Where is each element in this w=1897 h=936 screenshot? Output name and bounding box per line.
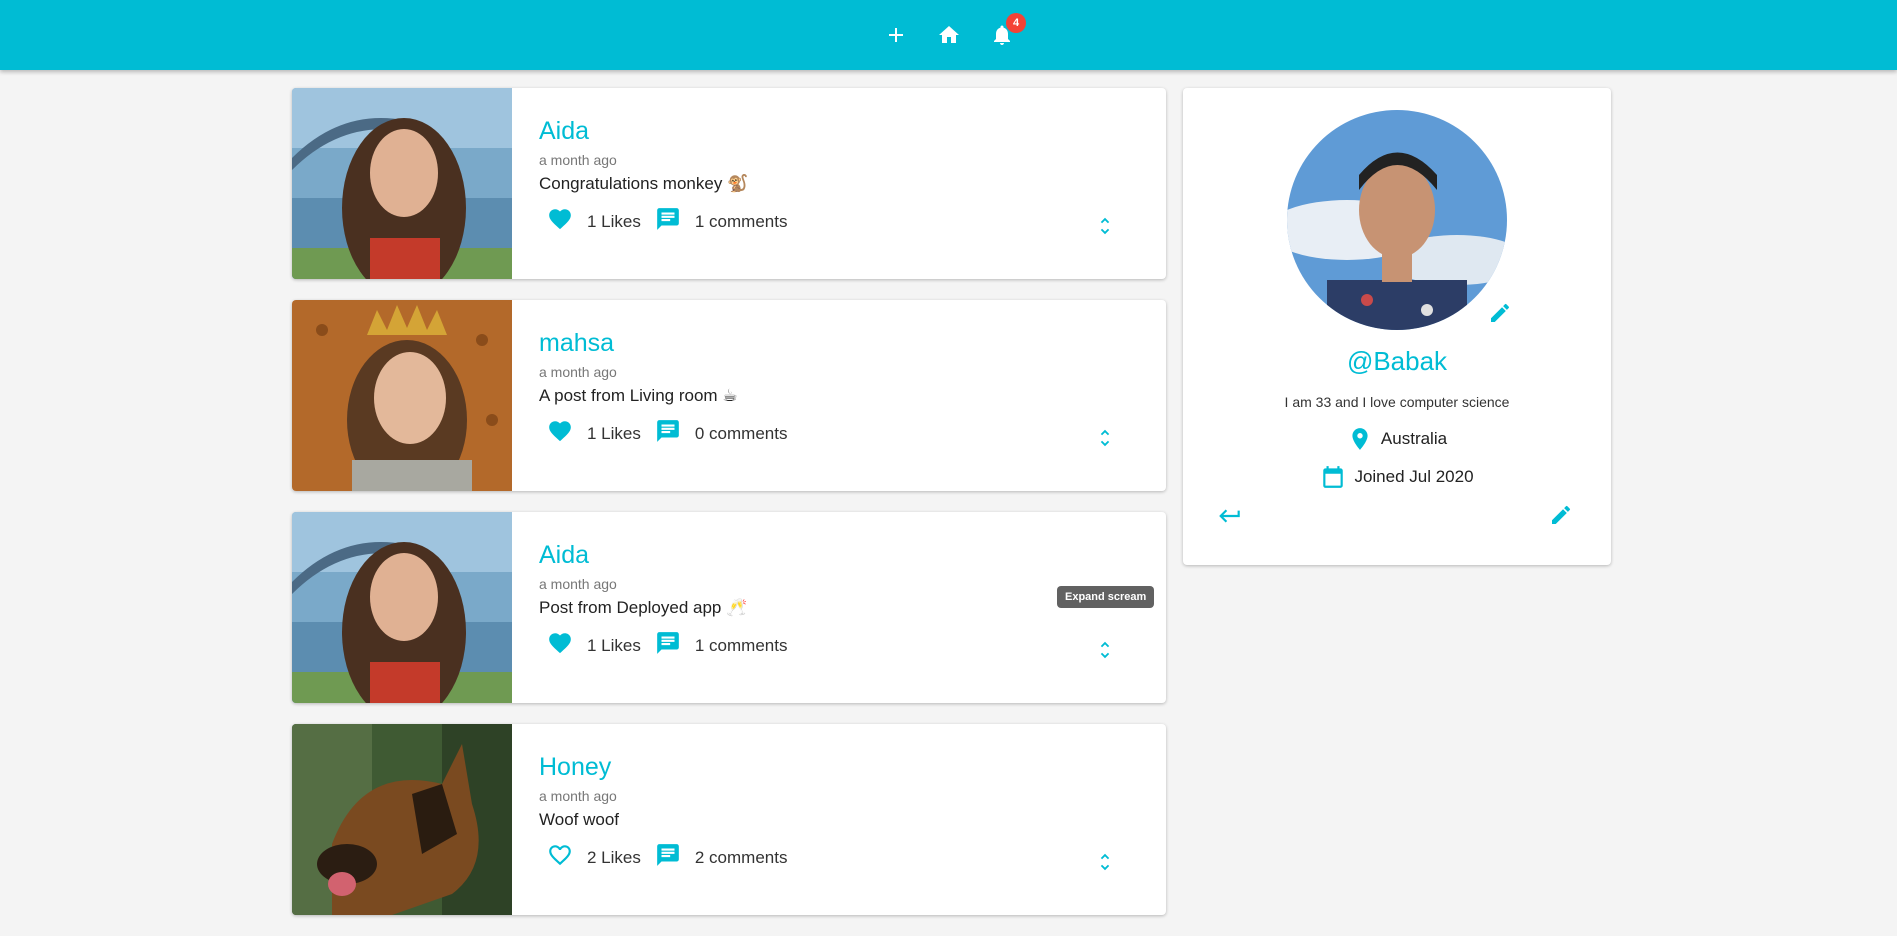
- scream-card: Honey a month ago Woof woof 2 Likes 2 co…: [292, 724, 1166, 915]
- expand-scream-tooltip: Expand scream: [1057, 586, 1155, 608]
- chat-icon: [657, 420, 679, 442]
- chat-icon: [657, 844, 679, 866]
- comments-count: 1 comments: [694, 635, 788, 655]
- notifications-button[interactable]: 4: [987, 12, 1026, 50]
- notification-badge: 4: [1006, 12, 1026, 33]
- scream-body-text: A post from Living room: [539, 386, 718, 405]
- likes-count: 2 Likes: [587, 847, 641, 867]
- scream-content: Honey a month ago Woof woof 2 Likes 2 co…: [512, 724, 1166, 915]
- scream-body-text: Congratulations monkey: [539, 174, 723, 193]
- likes-count: 1 Likes: [587, 635, 641, 655]
- app-bar-icons: 4: [881, 12, 1026, 50]
- add-post-button[interactable]: [881, 21, 910, 50]
- profile-card: @Babak I am 33 and I love computer scien…: [1183, 88, 1611, 565]
- scream-username-link[interactable]: Honey: [539, 752, 1166, 782]
- scream-timestamp: a month ago: [539, 364, 617, 380]
- heart-filled-icon: [549, 633, 571, 654]
- edit-profile-image-button[interactable]: [1488, 301, 1516, 329]
- comments-button[interactable]: [655, 418, 681, 449]
- heart-filled-icon: [549, 209, 571, 230]
- unfold-more-icon: [1100, 217, 1110, 235]
- expand-scream-button[interactable]: [1092, 849, 1118, 875]
- comments-count: 2 comments: [694, 847, 788, 867]
- scream-actions: 1 Likes 1 comments: [547, 206, 1166, 237]
- home-button[interactable]: [934, 21, 963, 50]
- location-pin-icon: [1352, 428, 1368, 450]
- like-button[interactable]: [547, 206, 573, 237]
- calendar-icon: [1323, 466, 1344, 488]
- unfold-more-icon: [1100, 641, 1110, 659]
- add-icon: [888, 28, 903, 42]
- profile-location: Australia: [1183, 426, 1611, 452]
- pencil-icon: [1491, 303, 1510, 322]
- like-button[interactable]: [547, 418, 573, 449]
- scream-body-emoji: 🐒: [727, 174, 749, 193]
- unfold-more-icon: [1100, 853, 1110, 871]
- scream-actions: 2 Likes 2 comments: [547, 842, 1166, 873]
- expand-scream-button[interactable]: [1092, 425, 1118, 451]
- comments-button[interactable]: [655, 842, 681, 873]
- comments-button[interactable]: [655, 630, 681, 661]
- scream-card: Aida a month ago Congratulations monkey …: [292, 88, 1166, 279]
- scream-username-link[interactable]: mahsa: [539, 328, 1166, 358]
- edit-profile-details-button[interactable]: [1549, 503, 1579, 533]
- scream-actions: 1 Likes 0 comments: [547, 418, 1166, 449]
- heart-filled-icon: [549, 421, 571, 442]
- likes-count: 1 Likes: [587, 211, 641, 231]
- scream-content: Aida a month ago Congratulations monkey …: [512, 88, 1166, 279]
- likes-count: 1 Likes: [587, 423, 641, 443]
- like-button[interactable]: [547, 842, 573, 873]
- profile-joined-text: Joined Jul 2020: [1354, 467, 1474, 486]
- keyboard-return-icon: [1219, 509, 1240, 523]
- expand-scream-button[interactable]: [1092, 213, 1118, 239]
- scream-body-emoji: ☕: [722, 386, 738, 405]
- scream-body: Congratulations monkey 🐒: [539, 174, 1166, 194]
- user-avatar-image: [292, 724, 512, 915]
- profile-location-text: Australia: [1380, 429, 1448, 448]
- scream-timestamp: a month ago: [539, 152, 617, 168]
- comments-button[interactable]: [655, 206, 681, 237]
- comments-count: 0 comments: [694, 423, 788, 443]
- scream-body: A post from Living room ☕: [539, 386, 1166, 406]
- scream-card: Aida a month ago Post from Deployed app …: [292, 512, 1166, 703]
- scream-username-link[interactable]: Aida: [539, 116, 1166, 146]
- scream-body-text: Woof woof: [539, 810, 620, 829]
- profile-joined: Joined Jul 2020: [1183, 464, 1611, 490]
- heart-outline-icon: [549, 845, 571, 866]
- chat-icon: [657, 632, 679, 654]
- scream-body-text: Post from Deployed app: [539, 598, 722, 617]
- unfold-more-icon: [1100, 429, 1110, 447]
- scream-feed: Aida a month ago Congratulations monkey …: [292, 88, 1166, 936]
- user-avatar-image: [292, 88, 512, 279]
- home-icon: [938, 26, 959, 43]
- chat-icon: [657, 208, 679, 230]
- like-button[interactable]: [547, 630, 573, 661]
- profile-handle-link[interactable]: @Babak: [1183, 346, 1611, 377]
- pencil-icon: [1552, 505, 1571, 524]
- scream-content: mahsa a month ago A post from Living roo…: [512, 300, 1166, 491]
- app-bar: 4: [0, 0, 1897, 70]
- scream-card: mahsa a month ago A post from Living roo…: [292, 300, 1166, 491]
- comments-count: 1 comments: [694, 211, 788, 231]
- logout-button[interactable]: [1217, 503, 1247, 533]
- scream-body-emoji: 🥂: [726, 598, 748, 617]
- scream-timestamp: a month ago: [539, 788, 617, 804]
- profile-bio: I am 33 and I love computer science: [1284, 394, 1510, 410]
- scream-username-link[interactable]: Aida: [539, 540, 1166, 570]
- scream-body: Woof woof: [539, 810, 1166, 830]
- user-avatar-image: [292, 512, 512, 703]
- profile-avatar: [1287, 110, 1507, 330]
- scream-actions: 1 Likes 1 comments: [547, 630, 1166, 661]
- expand-scream-button[interactable]: [1092, 637, 1118, 663]
- user-avatar-image: [292, 300, 512, 491]
